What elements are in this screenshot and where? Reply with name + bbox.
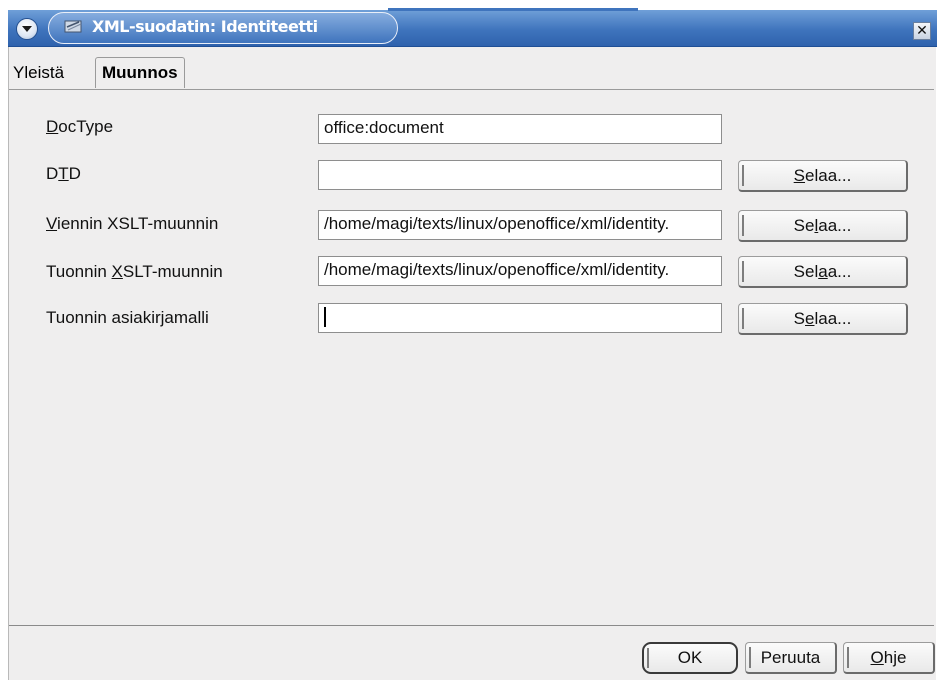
export-xslt-browse-button[interactable]: Selaa... xyxy=(738,210,908,242)
transform-tab-panel: DocType office:document DTD Selaa... Vie… xyxy=(9,89,934,626)
import-xslt-label: Tuonnin XSLT-muunnin xyxy=(46,262,223,281)
import-template-label: Tuonnin asiakirjamalli xyxy=(46,308,209,327)
title-bar[interactable]: XML-suodatin: Identiteetti ✕ xyxy=(8,8,937,47)
close-icon: ✕ xyxy=(916,23,928,39)
tab-transform[interactable]: Muunnos xyxy=(95,57,185,88)
cancel-button[interactable]: Peruuta xyxy=(745,642,837,674)
dialog-body: Yleistä Muunnos DocType office:document … xyxy=(8,47,936,680)
dialog-window: XML-suodatin: Identiteetti ✕ Yleistä Muu… xyxy=(0,0,937,680)
dtd-label: DTD xyxy=(46,164,81,183)
chevron-down-icon xyxy=(22,26,32,32)
import-xslt-input[interactable]: /home/magi/texts/linux/openoffice/xml/id… xyxy=(318,256,722,286)
import-xslt-browse-button[interactable]: Selaa... xyxy=(738,256,908,288)
tab-label: Muunnos xyxy=(102,63,178,82)
text-caret xyxy=(324,307,326,327)
doctype-label: DocType xyxy=(46,117,114,136)
import-template-input[interactable] xyxy=(318,303,722,333)
window-title: XML-suodatin: Identiteetti xyxy=(92,17,318,36)
export-xslt-input[interactable]: /home/magi/texts/linux/openoffice/xml/id… xyxy=(318,210,722,240)
close-button[interactable]: ✕ xyxy=(913,22,931,40)
xml-filter-icon xyxy=(64,20,82,33)
dtd-browse-button[interactable]: Selaa... xyxy=(738,160,908,192)
ok-button[interactable]: OK xyxy=(642,642,738,674)
help-button[interactable]: Ohje xyxy=(843,642,935,674)
window-menu-button[interactable] xyxy=(16,18,38,40)
import-template-browse-button[interactable]: Selaa... xyxy=(738,303,908,335)
export-xslt-label: Viennin XSLT-muunnin xyxy=(46,214,219,233)
dtd-input[interactable] xyxy=(318,160,722,190)
tab-label: Yleistä xyxy=(13,63,65,82)
tab-general[interactable]: Yleistä xyxy=(13,59,64,87)
doctype-input[interactable]: office:document xyxy=(318,114,722,144)
